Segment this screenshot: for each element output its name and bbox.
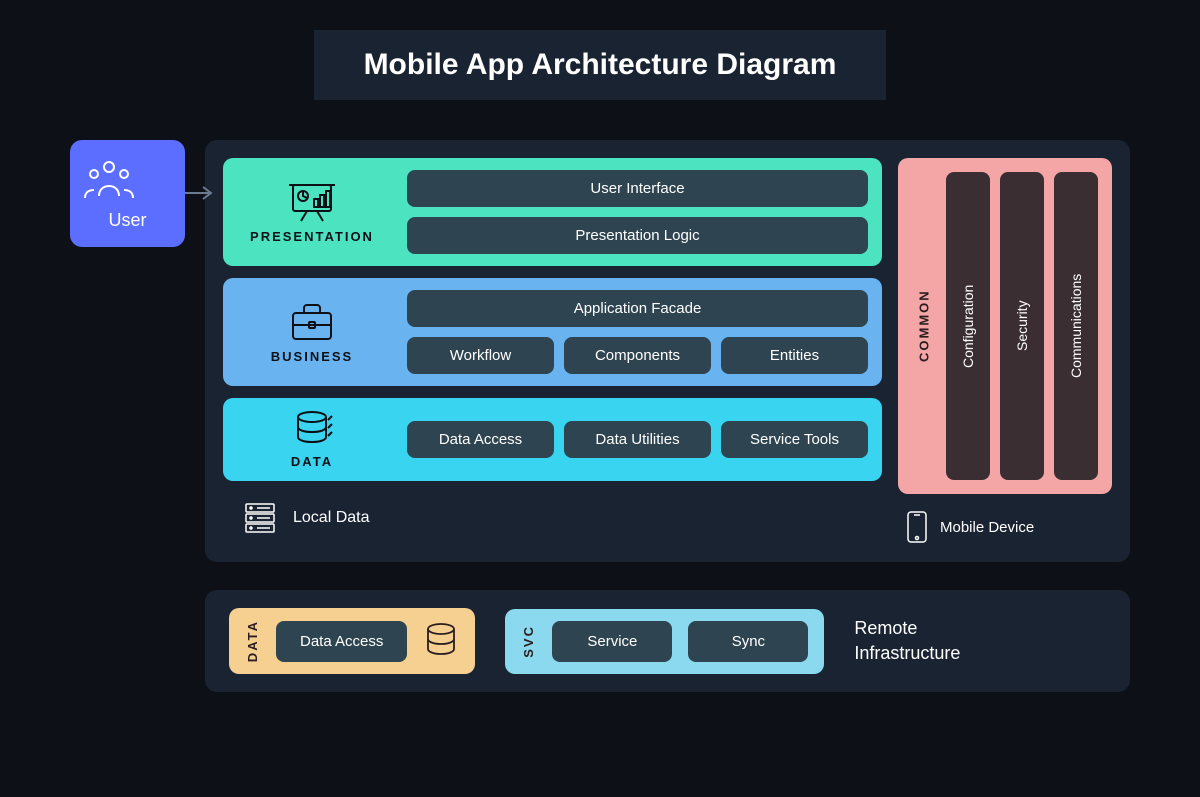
remote-data-access-pill: Data Access — [276, 621, 407, 662]
arrow-icon — [185, 185, 215, 201]
remote-infrastructure-block: DATA Data Access SVC Service Sync Remote… — [205, 590, 1130, 692]
title-bar: Mobile App Architecture Diagram — [314, 30, 887, 100]
briefcase-icon — [237, 301, 387, 343]
diagram-title: Mobile App Architecture Diagram — [364, 48, 837, 82]
layers-column: PRESENTATION User Interface Presentation… — [223, 158, 882, 544]
data-utilities-pill: Data Utilities — [564, 421, 711, 458]
data-pill-row: Data Access Data Utilities Service Tools — [407, 421, 868, 458]
local-data-footer: Local Data — [223, 493, 882, 535]
presentation-label: PRESENTATION — [237, 229, 387, 244]
service-tools-pill: Service Tools — [721, 421, 868, 458]
users-icon — [80, 158, 175, 202]
remote-data-label: DATA — [245, 620, 260, 662]
workflow-pill: Workflow — [407, 337, 554, 374]
local-data-label: Local Data — [293, 509, 370, 527]
business-label: BUSINESS — [237, 349, 387, 364]
remote-data-panel: DATA Data Access — [229, 608, 475, 674]
entities-pill: Entities — [721, 337, 868, 374]
communications-bar: Communications — [1054, 172, 1098, 480]
mobile-icon — [906, 510, 928, 544]
presentation-icon — [237, 181, 387, 223]
presentation-header: PRESENTATION — [237, 181, 387, 244]
user-interface-pill: User Interface — [407, 170, 868, 207]
remote-svc-panel: SVC Service Sync — [505, 609, 824, 674]
common-panel: COMMON Configuration Security Communicat… — [898, 158, 1112, 494]
business-header: BUSINESS — [237, 301, 387, 364]
presentation-pills: User Interface Presentation Logic — [407, 170, 868, 254]
configuration-bar: Configuration — [946, 172, 990, 480]
user-label: User — [80, 210, 175, 231]
business-pills: Application Facade Workflow Components E… — [407, 290, 868, 374]
remote-infrastructure-label: RemoteInfrastructure — [854, 616, 960, 666]
device-footer: Mobile Device — [898, 504, 1112, 544]
sync-pill: Sync — [688, 621, 808, 662]
data-pills: Data Access Data Utilities Service Tools — [407, 421, 868, 458]
user-box: User — [70, 140, 185, 247]
common-label: COMMON — [912, 172, 936, 480]
data-access-pill: Data Access — [407, 421, 554, 458]
security-bar: Security — [1000, 172, 1044, 480]
service-pill: Service — [552, 621, 672, 662]
presentation-logic-pill: Presentation Logic — [407, 217, 868, 254]
business-pill-row: Workflow Components Entities — [407, 337, 868, 374]
application-facade-pill: Application Facade — [407, 290, 868, 327]
mobile-device-block: PRESENTATION User Interface Presentation… — [205, 140, 1130, 562]
database-icon — [423, 622, 459, 660]
data-layer: DATA Data Access Data Utilities Service … — [223, 398, 882, 481]
svc-label: SVC — [521, 625, 536, 658]
components-pill: Components — [564, 337, 711, 374]
data-header: DATA — [237, 410, 387, 469]
server-icon — [243, 501, 277, 535]
presentation-layer: PRESENTATION User Interface Presentation… — [223, 158, 882, 266]
mobile-device-label: Mobile Device — [940, 519, 1034, 536]
business-layer: BUSINESS Application Facade Workflow Com… — [223, 278, 882, 386]
device-column: COMMON Configuration Security Communicat… — [898, 158, 1112, 544]
main-row: User — [70, 140, 1130, 562]
data-label: DATA — [237, 454, 387, 469]
database-icon — [237, 410, 387, 448]
